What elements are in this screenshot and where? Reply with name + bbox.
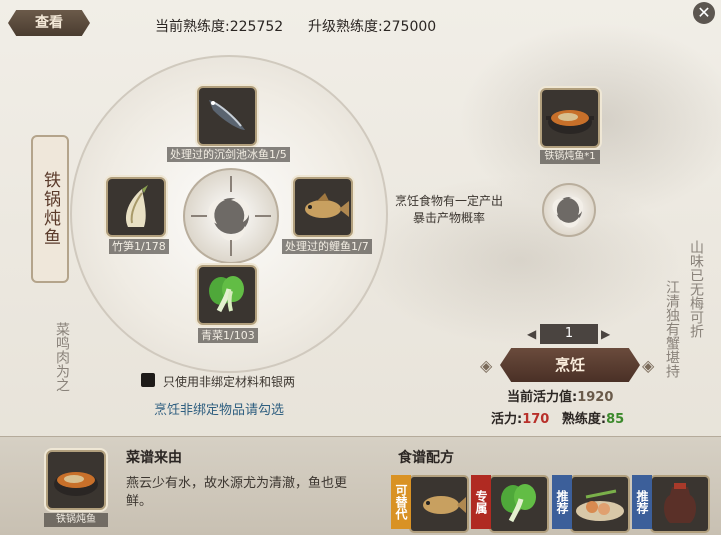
output-slot[interactable] [540, 88, 600, 148]
iron-pot-fish-icon [54, 472, 98, 496]
output-label: 铁锅炖鱼*1 [540, 150, 600, 164]
left-calligraphy: 菜鸣肉为之 [54, 322, 70, 392]
carp-icon [305, 193, 349, 218]
center-emblem-icon [183, 168, 279, 264]
ingredient-label-3: 处理过的鲤鱼1/7 [282, 239, 372, 254]
greens-icon [209, 276, 244, 313]
right-calligraphy-1: 山味已无梅可折 [688, 240, 704, 338]
current-vitality-value: 1920 [577, 390, 614, 405]
upgrade-proficiency: 升级熟练度:275000 [308, 16, 436, 36]
iron-pot-fish-icon [546, 110, 594, 134]
formula-slot-1[interactable] [409, 475, 469, 533]
upgrade-proficiency-label: 升级熟练度: [308, 19, 383, 35]
unbound-hint: 烹饪非绑定物品请勾选 [154, 403, 285, 418]
recipe-item-label: 铁锅炖鱼 [44, 513, 108, 527]
cost-line: 活力:170 熟练度:85 [491, 408, 624, 427]
dish-platter-icon [576, 489, 624, 521]
ingredient-label-4: 青菜1/103 [198, 328, 258, 343]
close-icon[interactable]: ✕ [693, 2, 715, 24]
cook-button[interactable]: 烹饪 [500, 348, 640, 382]
current-vitality: 当前活力值:1920 [507, 386, 613, 405]
exclusive-badge: 专属 [471, 475, 491, 529]
recipe-item-slot[interactable] [46, 450, 106, 510]
vitality-cost-label: 活力: [491, 412, 523, 427]
ingredient-label-2: 竹笋1/178 [109, 239, 169, 254]
wine-jar-icon [664, 483, 696, 523]
formula-slot-3[interactable] [570, 475, 630, 533]
ingredient-slot-3[interactable] [293, 177, 353, 237]
right-calligraphy-2: 江清独有蟹堪持 [664, 280, 680, 378]
quantity-display[interactable]: 1 [540, 324, 598, 344]
current-proficiency-value: 225752 [229, 19, 284, 35]
current-proficiency-label: 当前熟练度: [155, 19, 230, 35]
proficiency-gain-label: 熟练度: [561, 412, 607, 427]
current-vitality-label: 当前活力值: [507, 390, 578, 405]
current-proficiency: 当前熟练度:225752 [155, 16, 283, 36]
formula-slot-4[interactable] [650, 475, 710, 533]
proficiency-gain-value: 85 [606, 412, 625, 427]
view-tab[interactable]: 查看 [8, 10, 90, 36]
greens-icon [501, 484, 536, 523]
origin-title: 菜谱来由 [126, 450, 182, 466]
increase-arrow-icon[interactable]: ▶ [601, 327, 610, 341]
origin-text: 燕云少有水，故水源尤为清澈，鱼也更鲜。 [126, 476, 348, 509]
unbound-only-label: 只使用非绑定材料和银两 [163, 375, 296, 389]
vitality-cost-value: 170 [522, 412, 550, 427]
recommend-badge-2: 推荐 [632, 475, 652, 529]
upgrade-proficiency-value: 275000 [382, 19, 437, 35]
ingredient-slot-4[interactable] [197, 265, 257, 325]
bamboo-shoot-icon [125, 185, 148, 227]
formula-title: 食谱配方 [398, 450, 454, 466]
ingredient-slot-2[interactable] [106, 177, 166, 237]
cooking-panel: 菜鸣肉为之 江清独有蟹堪持 山味已无梅可折 查看 当前熟练度:225752 升级… [0, 0, 721, 535]
decrease-arrow-icon[interactable]: ◀ [527, 327, 536, 341]
fish-icon [209, 100, 245, 130]
crit-hint: 烹饪食物有一定产出暴击产物概率 [394, 194, 503, 225]
ingredient-slot-1[interactable] [197, 86, 257, 146]
ingredient-label-1: 处理过的沉剑池冰鱼1/5 [167, 147, 290, 162]
unbound-only-checkbox[interactable] [141, 373, 155, 387]
header-bar: 查看 当前熟练度:225752 升级熟练度:275000 ✕ [0, 0, 721, 44]
substitute-badge: 可替代 [391, 475, 411, 529]
formula-slot-2[interactable] [489, 475, 549, 533]
diamond-left-icon: ◈ [480, 356, 493, 375]
carp-icon [423, 496, 466, 514]
diamond-right-icon: ◈ [642, 356, 655, 375]
dish-title: 铁锅炖鱼 [31, 135, 69, 283]
swirl-emblem-icon [542, 183, 596, 237]
recommend-badge-1: 推荐 [552, 475, 572, 529]
